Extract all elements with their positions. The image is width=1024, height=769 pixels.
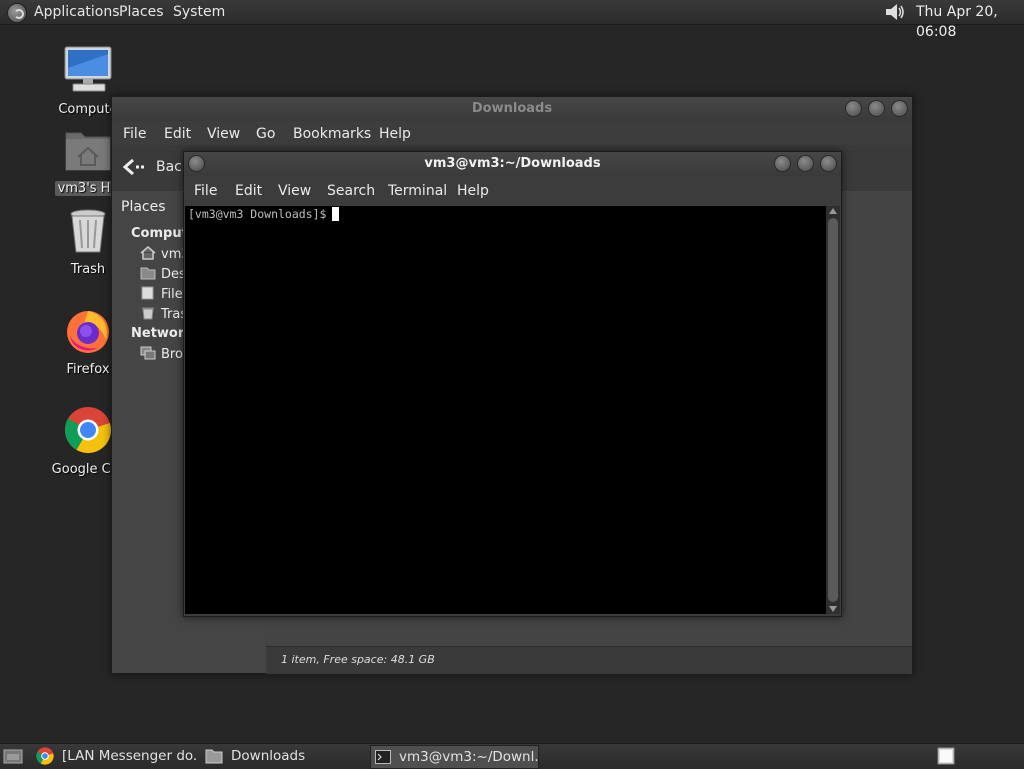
close-button[interactable]	[820, 155, 837, 172]
sidebar-item-label: Bro	[161, 347, 183, 362]
distro-logo-icon[interactable]	[7, 3, 27, 23]
scroll-up-icon[interactable]	[829, 208, 837, 214]
chrome-icon	[36, 747, 54, 765]
maximize-button[interactable]	[868, 100, 885, 117]
menu-view[interactable]: View	[207, 126, 240, 142]
menu-edit[interactable]: Edit	[164, 126, 191, 142]
terminal-icon	[375, 750, 391, 764]
desktop-icon-label: Firefox	[66, 362, 110, 377]
sidebar-item-filesystem[interactable]: File	[140, 286, 183, 302]
terminal-window: vm3@vm3:~/Downloads File Edit View Searc…	[183, 151, 842, 617]
sidebar-item-browse-network[interactable]: Bro	[140, 346, 183, 362]
prompt-text: [vm3@vm3 Downloads]$	[188, 207, 327, 221]
status-bar: 1 item, Free space: 48.1 GB	[266, 646, 912, 674]
sidebar-title[interactable]: Places	[121, 199, 166, 215]
maximize-button[interactable]	[797, 155, 814, 172]
terminal-prompt: [vm3@vm3 Downloads]$	[188, 207, 340, 221]
taskbar-item-label: [LAN Messenger do...	[62, 748, 198, 764]
back-button[interactable]: Back	[120, 154, 190, 180]
menu-help[interactable]: Help	[457, 183, 489, 199]
show-desktop-icon[interactable]	[3, 748, 23, 764]
home-icon	[140, 246, 156, 260]
places-menu[interactable]: Places	[116, 2, 167, 22]
window-titlebar[interactable]: Downloads	[112, 97, 912, 121]
menubar: File Edit View Search Terminal Help	[184, 176, 841, 206]
top-panel: Applications Places System Thu Apr 20, 0…	[0, 0, 1024, 40]
menu-terminal[interactable]: Terminal	[388, 183, 447, 199]
window-title: vm3@vm3:~/Downloads	[424, 156, 601, 171]
workspace-switcher-icon[interactable]	[937, 747, 955, 765]
menu-edit[interactable]: Edit	[235, 183, 262, 199]
computer-icon	[64, 46, 112, 92]
folder-icon	[205, 749, 223, 764]
sidebar-item-desktop[interactable]: Des	[140, 266, 186, 282]
sidebar-item-label: File	[161, 287, 183, 302]
scroll-down-icon[interactable]	[829, 606, 837, 612]
menubar: File Edit View Go Bookmarks Help	[112, 121, 912, 145]
desktop-icon	[140, 267, 156, 280]
back-arrow-icon	[122, 158, 144, 176]
home-folder-icon	[65, 132, 111, 171]
taskbar-item-terminal[interactable]: vm3@vm3:~/Downl...	[370, 745, 539, 769]
desktop-icon-label: Trash	[70, 262, 106, 277]
taskbar-item-label: vm3@vm3:~/Downl...	[399, 749, 539, 765]
text-cursor	[332, 207, 340, 221]
minimize-button[interactable]	[845, 100, 862, 117]
window-title: Downloads	[471, 101, 553, 116]
window-titlebar[interactable]: vm3@vm3:~/Downloads	[184, 152, 841, 176]
chrome-icon	[64, 407, 111, 453]
taskbar-item-downloads[interactable]: Downloads	[205, 745, 365, 767]
clock[interactable]: Thu Apr 20, 06:08	[916, 2, 1024, 42]
system-menu[interactable]: System	[170, 2, 228, 22]
menu-help[interactable]: Help	[379, 126, 411, 142]
drive-icon	[141, 286, 154, 300]
bottom-panel: [LAN Messenger do... Downloads vm3@vm3:~…	[0, 743, 1024, 769]
menu-file[interactable]: File	[123, 126, 146, 142]
applications-menu[interactable]: Applications	[31, 2, 123, 22]
trash-icon	[142, 307, 154, 320]
minimize-button[interactable]	[774, 155, 791, 172]
status-text: 1 item, Free space: 48.1 GB	[281, 653, 435, 666]
taskbar-item-label: Downloads	[231, 748, 306, 764]
trash-icon	[70, 209, 106, 253]
menu-go[interactable]: Go	[256, 126, 275, 142]
menu-search[interactable]: Search	[327, 183, 375, 199]
menu-bookmarks[interactable]: Bookmarks	[293, 126, 371, 142]
terminal-screen[interactable]: [vm3@vm3 Downloads]$	[185, 206, 826, 614]
speaker-icon[interactable]	[884, 2, 906, 22]
firefox-icon	[67, 311, 109, 353]
taskbar-item-chrome[interactable]: [LAN Messenger do...	[36, 745, 198, 767]
menu-file[interactable]: File	[194, 183, 217, 199]
scrollbar-thumb[interactable]	[828, 218, 838, 602]
network-icon	[140, 346, 156, 360]
close-button[interactable]	[891, 100, 908, 117]
sidebar-item-trash[interactable]: Tras	[140, 306, 187, 322]
scrollbar[interactable]	[826, 206, 840, 614]
menu-view[interactable]: View	[278, 183, 311, 199]
